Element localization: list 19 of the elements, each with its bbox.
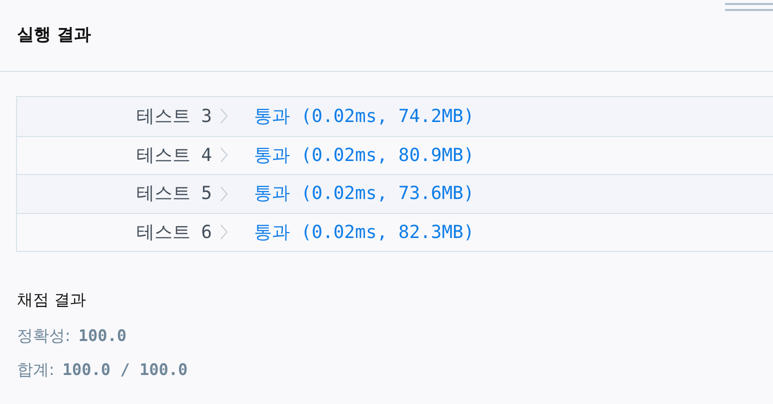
score-value: 100.0 <box>78 324 127 346</box>
score-title: 채점 결과 <box>17 289 88 311</box>
test-label: 테스트 6 <box>135 220 212 245</box>
resize-handle-icon[interactable] <box>725 3 773 11</box>
test-result: 통과 (0.02ms, 82.3MB) <box>254 220 474 245</box>
test-label: 테스트 3 <box>135 104 212 129</box>
test-result: 통과 (0.02ms, 80.9MB) <box>254 144 474 168</box>
chevron-right-icon <box>220 147 228 164</box>
chevron-right-icon <box>220 108 228 124</box>
panel-title: 실행 결과 <box>17 24 91 47</box>
score-value: 100.0 / 100.0 <box>62 358 188 380</box>
chevron-right-icon <box>220 186 228 202</box>
test-label: 테스트 5 <box>135 182 212 206</box>
test-result: 통과 (0.02ms, 74.2MB) <box>254 104 474 129</box>
test-result: 통과 (0.02ms, 73.6MB) <box>254 182 474 206</box>
score-label: 정확성: <box>17 324 70 346</box>
score-label: 합계: <box>17 358 54 380</box>
test-label: 테스트 4 <box>135 144 212 168</box>
chevron-right-icon <box>220 224 228 240</box>
